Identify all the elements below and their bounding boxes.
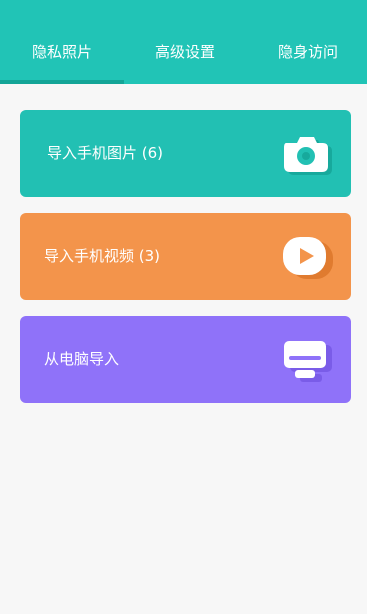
import-from-computer-card[interactable]: 从电脑导入 bbox=[20, 316, 351, 403]
tab-advanced-settings[interactable]: 高级设置 bbox=[155, 40, 215, 64]
import-phone-videos-card[interactable]: 导入手机视频 (3) bbox=[20, 213, 351, 300]
import-phone-photos-label: 导入手机图片 (6) bbox=[47, 144, 164, 162]
tab-private-photos[interactable]: 隐私照片 bbox=[32, 40, 92, 64]
video-icon bbox=[283, 237, 333, 279]
top-tab-bar: 隐私照片 高级设置 隐身访问 bbox=[0, 0, 367, 84]
camera-icon bbox=[284, 137, 332, 175]
tab-stealth-access[interactable]: 隐身访问 bbox=[278, 40, 338, 64]
import-phone-photos-card[interactable]: 导入手机图片 (6) bbox=[20, 110, 351, 197]
monitor-icon bbox=[284, 341, 332, 382]
import-from-computer-label: 从电脑导入 bbox=[44, 350, 120, 368]
import-phone-videos-label: 导入手机视频 (3) bbox=[44, 247, 161, 265]
active-tab-indicator bbox=[0, 80, 124, 84]
